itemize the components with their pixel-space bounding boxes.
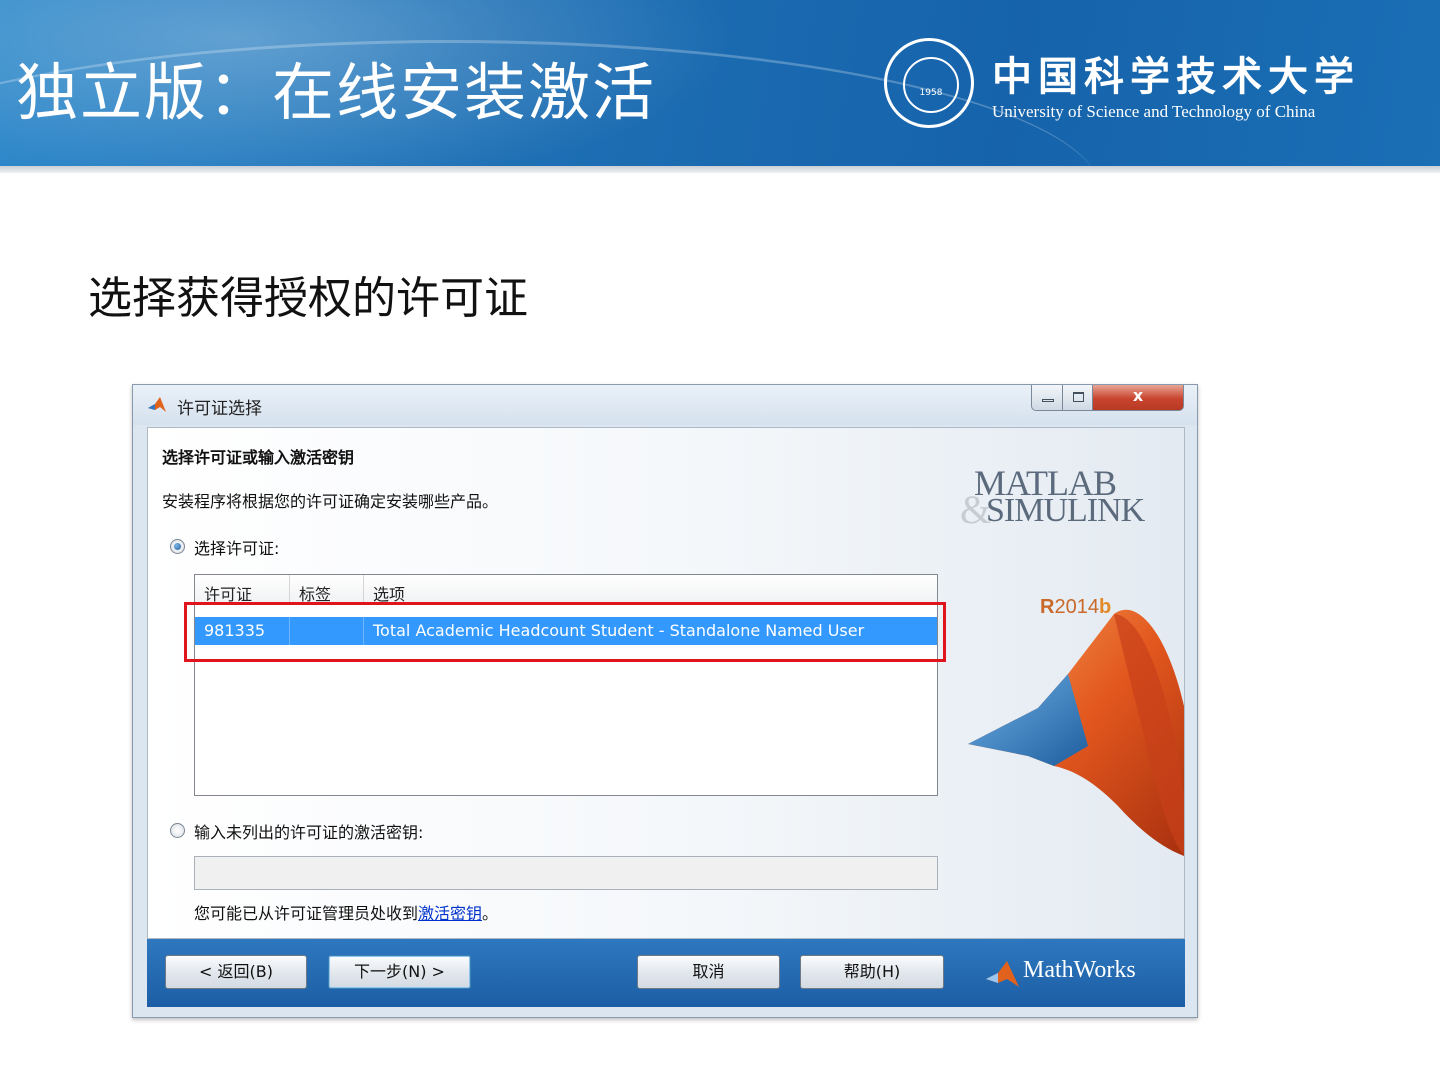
minimize-icon xyxy=(1042,399,1054,402)
dialog-heading: 选择许可证或输入激活密钥 xyxy=(162,448,355,467)
select-license-radio[interactable] xyxy=(170,539,185,554)
maximize-icon xyxy=(1073,392,1084,402)
university-logo: 1958 中国科学技术大学 University of Science and … xyxy=(884,38,1424,134)
cancel-button[interactable]: 取消 xyxy=(637,955,780,989)
close-button[interactable]: x xyxy=(1092,385,1184,411)
hint-suffix: 。 xyxy=(482,904,499,923)
logo-chinese-name: 中国科学技术大学 xyxy=(992,53,1360,100)
maximize-button[interactable] xyxy=(1062,385,1093,411)
close-icon: x xyxy=(1132,386,1144,405)
university-seal-icon: 1958 xyxy=(884,38,974,128)
seal-year: 1958 xyxy=(919,88,943,98)
slide-title: 独立版：在线安装激活 xyxy=(16,56,657,129)
select-license-label[interactable]: 选择许可证: xyxy=(194,535,279,559)
banner-divider xyxy=(0,166,1440,173)
selection-highlight-box xyxy=(184,602,946,662)
matlab-icon xyxy=(148,397,166,412)
dialog-titlebar[interactable]: 许可证选择 x xyxy=(133,385,1197,425)
activation-key-input[interactable] xyxy=(194,856,938,890)
brand-simulink: SIMULINK xyxy=(986,492,1145,529)
mathworks-membrane-icon xyxy=(986,961,1019,987)
activation-key-link[interactable]: 激活密钥 xyxy=(418,904,482,923)
column-header-label[interactable]: 标签 xyxy=(290,575,364,603)
hint-prefix: 您可能已从许可证管理员处收到 xyxy=(194,904,419,923)
logo-english-name: University of Science and Technology of … xyxy=(992,102,1316,121)
dialog-description: 安装程序将根据您的许可证确定安装哪些产品。 xyxy=(162,492,499,511)
license-table-header: 许可证 标签 选项 xyxy=(195,575,937,604)
minimize-button[interactable] xyxy=(1031,385,1063,411)
mathworks-logo: MathWorks xyxy=(985,957,1175,991)
column-header-license[interactable]: 许可证 xyxy=(195,575,290,603)
back-button[interactable]: < 返回(B) xyxy=(165,955,307,989)
dialog-footer: < 返回(B) 下一步(N) > 取消 帮助(H) MathWorks xyxy=(147,939,1185,1007)
license-dialog: 许可证选择 x 选择许可证或输入激活密钥 安装程序将根据您的许可证确定安装哪些产… xyxy=(132,384,1198,1018)
slide-subtitle: 选择获得授权的许可证 xyxy=(88,273,528,324)
matlab-membrane-logo-icon xyxy=(968,609,1184,856)
dialog-title: 许可证选择 xyxy=(177,399,262,419)
mathworks-text: MathWorks xyxy=(1023,957,1136,983)
column-header-option[interactable]: 选项 xyxy=(364,575,937,603)
next-button[interactable]: 下一步(N) > xyxy=(328,955,471,989)
enter-key-label[interactable]: 输入未列出的许可证的激活密钥: xyxy=(194,819,423,843)
help-button[interactable]: 帮助(H) xyxy=(800,955,944,989)
dialog-content: 选择许可证或输入激活密钥 安装程序将根据您的许可证确定安装哪些产品。 选择许可证… xyxy=(147,427,1185,939)
slide-banner: 独立版：在线安装激活 1958 中国科学技术大学 University of S… xyxy=(0,0,1440,166)
activation-hint: 您可能已从许可证管理员处收到激活密钥。 xyxy=(194,900,498,924)
seal-inner: 1958 xyxy=(903,57,959,113)
enter-key-radio[interactable] xyxy=(170,823,185,838)
